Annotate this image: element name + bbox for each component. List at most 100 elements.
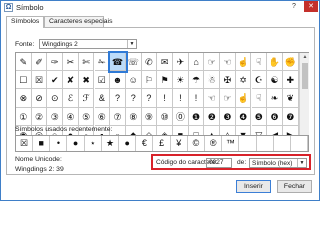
symbol-cell[interactable]: ⑤ (78, 107, 95, 126)
symbol-cell[interactable]: ☟ (251, 89, 268, 108)
recent-symbol-cell[interactable]: © (188, 136, 205, 151)
symbol-cell[interactable]: ✉ (157, 53, 173, 72)
tab-symbols[interactable]: Símbolos (6, 16, 44, 28)
symbol-cell[interactable]: ❻ (267, 107, 283, 126)
symbol-cell[interactable]: ☻ (110, 71, 126, 90)
symbol-cell[interactable]: ✎ (16, 53, 32, 72)
symbol-cell[interactable]: ⓪ (173, 107, 189, 126)
symbol-cell[interactable]: ⊘ (31, 89, 48, 108)
symbol-cell[interactable]: ☝ (235, 89, 252, 108)
symbol-cell[interactable]: ❶ (188, 107, 205, 126)
symbol-cell[interactable]: ☐ (16, 71, 32, 90)
symbol-cell[interactable]: ⑨ (141, 107, 158, 126)
symbol-cell[interactable]: ☑ (94, 71, 111, 90)
symbol-cell[interactable]: ☺ (125, 71, 142, 90)
symbol-cell[interactable]: ✖ (78, 71, 95, 90)
symbol-cell[interactable]: ① (16, 107, 32, 126)
symbol-cell[interactable]: ? (110, 89, 126, 108)
symbol-cell[interactable]: ❷ (204, 107, 221, 126)
tab-special-characters[interactable]: Caracteres especiais (44, 16, 112, 27)
symbol-cell[interactable]: ⌂ (188, 53, 205, 72)
symbol-cell[interactable]: ☀ (173, 71, 189, 90)
symbol-cell[interactable]: ⊗ (16, 89, 32, 108)
symbol-cell[interactable]: ✔ (47, 71, 64, 90)
recent-symbol-cell[interactable] (257, 136, 274, 151)
symbol-cell[interactable]: ! (173, 89, 189, 108)
symbol-cell[interactable]: ❹ (235, 107, 252, 126)
symbol-cell[interactable]: ☜ (220, 53, 236, 72)
symbol-cell[interactable]: ? (141, 89, 158, 108)
close-window-button[interactable]: ✕ (304, 1, 318, 12)
recent-symbol-cell[interactable] (274, 136, 291, 151)
symbol-cell[interactable]: ! (157, 89, 173, 108)
recent-symbols-strip[interactable]: ☒ ■ • ● ⋆ ★ ● € £ ¥ © ® ™ (15, 135, 309, 152)
recent-symbol-cell[interactable] (291, 136, 309, 151)
symbol-cell[interactable]: ✡ (235, 71, 252, 90)
symbol-cell[interactable]: ✘ (63, 71, 79, 90)
help-button[interactable]: ? (287, 1, 301, 12)
symbol-cell[interactable]: ☏ (125, 53, 142, 72)
symbol-cell[interactable]: ☞ (204, 53, 221, 72)
symbol-cell[interactable]: ② (31, 107, 48, 126)
symbol-cell[interactable]: ❺ (251, 107, 268, 126)
symbol-cell[interactable]: ✐ (31, 53, 48, 72)
symbol-cell[interactable]: ✚ (282, 71, 299, 90)
font-dropdown[interactable]: Wingdings 2 ▼ (39, 39, 137, 49)
symbol-cell[interactable]: ☎ (108, 50, 128, 74)
symbol-cell[interactable]: ❼ (282, 107, 299, 126)
symbol-cell[interactable]: ✠ (220, 71, 236, 90)
symbol-cell[interactable]: ⚐ (141, 71, 158, 90)
recent-symbol-cell[interactable]: € (136, 136, 154, 151)
recent-symbol-cell[interactable]: ● (68, 136, 85, 151)
scroll-up-icon[interactable]: ▲ (300, 53, 310, 62)
scroll-thumb[interactable] (302, 63, 308, 89)
symbol-cell[interactable]: ④ (63, 107, 79, 126)
symbol-cell[interactable]: ❦ (282, 89, 299, 108)
recent-symbol-cell[interactable]: ☒ (16, 136, 33, 151)
symbol-cell[interactable]: ❸ (220, 107, 236, 126)
symbol-cell[interactable]: ☞ (220, 89, 236, 108)
symbol-cell[interactable]: ! (188, 89, 205, 108)
symbol-cell[interactable]: ? (125, 89, 142, 108)
symbol-cell[interactable]: ✄ (78, 53, 95, 72)
recent-symbol-cell[interactable]: ¥ (171, 136, 188, 151)
symbol-cell[interactable]: ⑩ (157, 107, 173, 126)
recent-symbol-cell[interactable]: ● (119, 136, 137, 151)
symbol-cell[interactable]: ☃ (204, 71, 221, 90)
symbol-cell[interactable]: ✂ (63, 53, 79, 72)
recent-symbol-cell[interactable]: ■ (33, 136, 51, 151)
symbol-cell[interactable]: ⚑ (157, 71, 173, 90)
symbol-cell[interactable]: ③ (47, 107, 64, 126)
character-code-input[interactable]: 0027 (206, 158, 232, 168)
insert-button[interactable]: Inserir (236, 180, 271, 193)
recent-symbol-cell[interactable]: £ (154, 136, 171, 151)
symbol-cell[interactable]: ✆ (141, 53, 158, 72)
close-button[interactable]: Fechar (277, 180, 312, 193)
symbol-cell[interactable]: ❧ (267, 89, 283, 108)
recent-symbol-cell[interactable]: ★ (102, 136, 119, 151)
symbol-cell[interactable]: ☜ (204, 89, 221, 108)
symbol-cell[interactable]: ✑ (47, 53, 64, 72)
recent-symbol-cell[interactable]: ™ (222, 136, 240, 151)
symbol-cell[interactable]: ⑥ (94, 107, 111, 126)
recent-symbol-cell[interactable]: ® (205, 136, 223, 151)
symbol-cell[interactable]: ⊙ (47, 89, 64, 108)
symbol-cell[interactable]: ✊ (282, 53, 299, 72)
symbol-cell[interactable]: ☯ (267, 71, 283, 90)
grid-scrollbar[interactable]: ▲ ▼ (299, 53, 309, 145)
symbol-cell[interactable]: ☂ (188, 71, 205, 90)
symbol-cell[interactable]: ☟ (251, 53, 268, 72)
symbol-cell[interactable]: ⑧ (125, 107, 142, 126)
symbol-cell[interactable]: ☝ (235, 53, 252, 72)
recent-symbol-cell[interactable] (240, 136, 257, 151)
symbol-cell[interactable]: & (94, 89, 111, 108)
symbol-cell[interactable]: ✈ (173, 53, 189, 72)
from-dropdown[interactable]: Símbolo (hex) ▼ (249, 158, 307, 168)
symbol-cell[interactable]: ✋ (267, 53, 283, 72)
recent-symbol-cell[interactable]: • (50, 136, 68, 151)
symbol-cell[interactable]: ✁ (94, 53, 111, 72)
symbol-cell[interactable]: ℰ (63, 89, 79, 108)
recent-symbol-cell[interactable]: ⋆ (85, 136, 102, 151)
symbol-cell[interactable]: ⑦ (110, 107, 126, 126)
symbol-cell[interactable]: ℱ (78, 89, 95, 108)
